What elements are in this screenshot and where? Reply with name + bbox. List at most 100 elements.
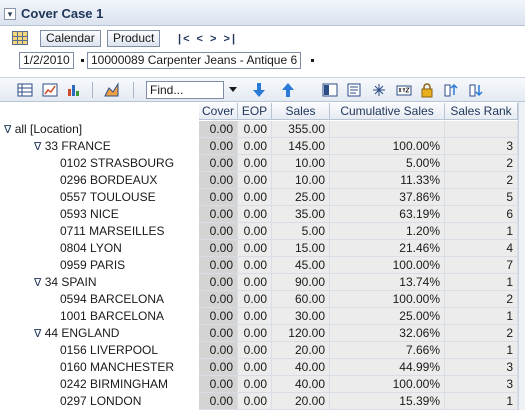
cover-cell[interactable]: 0.00	[199, 206, 238, 223]
cumulative-sales-cell[interactable]: 5.00%	[330, 155, 445, 172]
find-previous-icon[interactable]	[280, 82, 296, 98]
sales-cell[interactable]: 20.00	[272, 342, 330, 359]
cumulative-sales-cell[interactable]	[330, 121, 445, 138]
table-row[interactable]: ∇ 33 FRANCE 0.00 0.00 145.00 100.00% 3	[0, 138, 525, 155]
cumulative-sales-cell[interactable]: 7.66%	[330, 342, 445, 359]
expand-twisty-icon[interactable]: ∇	[34, 328, 41, 340]
sales-cell[interactable]: 145.00	[272, 138, 330, 155]
table-row[interactable]: ∇ 44 ENGLAND 0.00 0.00 120.00 32.06% 2	[0, 325, 525, 342]
xyz-icon[interactable]	[396, 82, 412, 98]
eop-cell[interactable]: 0.00	[238, 376, 272, 393]
eop-cell[interactable]: 0.00	[238, 308, 272, 325]
sales-rank-cell[interactable]: 7	[445, 257, 518, 274]
row-member-label[interactable]: 0594 BARCELONA	[0, 291, 199, 308]
cumulative-sales-cell[interactable]: 25.00%	[330, 308, 445, 325]
cover-cell[interactable]: 0.00	[199, 240, 238, 257]
product-dimension-button[interactable]: Product	[107, 30, 161, 47]
row-member-label[interactable]: 0959 PARIS	[0, 257, 199, 274]
calendar-dimension-button[interactable]: Calendar	[40, 30, 101, 47]
table-row[interactable]: 0804 LYON 0.00 0.00 15.00 21.46% 4	[0, 240, 525, 257]
cumulative-sales-cell[interactable]: 44.99%	[330, 359, 445, 376]
cumulative-sales-cell[interactable]: 13.74%	[330, 274, 445, 291]
sales-rank-cell[interactable]: 1	[445, 274, 518, 291]
cover-cell[interactable]: 0.00	[199, 274, 238, 291]
table-row[interactable]: 0156 LIVERPOOL 0.00 0.00 20.00 7.66% 1	[0, 342, 525, 359]
sales-cell[interactable]: 10.00	[272, 172, 330, 189]
row-member-label[interactable]: 0593 NICE	[0, 206, 199, 223]
row-member-label[interactable]: 0297 LONDON	[0, 393, 199, 410]
cover-cell[interactable]: 0.00	[199, 393, 238, 410]
column-header-cover[interactable]: Cover	[199, 103, 238, 120]
table-row[interactable]: 0102 STRASBOURG 0.00 0.00 10.00 5.00% 2	[0, 155, 525, 172]
row-member-label[interactable]: 0156 LIVERPOOL	[0, 342, 199, 359]
row-member-label[interactable]: ∇ 44 ENGLAND	[0, 325, 199, 342]
row-member-label[interactable]: 0804 LYON	[0, 240, 199, 257]
cumulative-sales-cell[interactable]: 100.00%	[330, 138, 445, 155]
chart-view-icon[interactable]	[42, 82, 58, 98]
cover-cell[interactable]: 0.00	[199, 257, 238, 274]
cover-cell[interactable]: 0.00	[199, 172, 238, 189]
sales-rank-cell[interactable]: 6	[445, 206, 518, 223]
table-row[interactable]: 1001 BARCELONA 0.00 0.00 30.00 25.00% 1	[0, 308, 525, 325]
table-row[interactable]: 0594 BARCELONA 0.00 0.00 60.00 100.00% 2	[0, 291, 525, 308]
expand-twisty-icon[interactable]: ∇	[34, 277, 41, 289]
sales-cell[interactable]: 40.00	[272, 359, 330, 376]
cover-cell[interactable]: 0.00	[199, 359, 238, 376]
sales-rank-cell[interactable]: 4	[445, 240, 518, 257]
cumulative-sales-cell[interactable]: 100.00%	[330, 376, 445, 393]
cover-cell[interactable]: 0.00	[199, 155, 238, 172]
cover-cell[interactable]: 0.00	[199, 138, 238, 155]
calendar-position-crumb[interactable]: 1/2/2010	[19, 52, 74, 69]
row-member-label[interactable]: 1001 BARCELONA	[0, 308, 199, 325]
table-row[interactable]: 0296 BORDEAUX 0.00 0.00 10.00 11.33% 2	[0, 172, 525, 189]
sales-cell[interactable]: 25.00	[272, 189, 330, 206]
table-row[interactable]: 0557 TOULOUSE 0.00 0.00 25.00 37.86% 5	[0, 189, 525, 206]
cover-cell[interactable]: 0.00	[199, 376, 238, 393]
table-row[interactable]: ∇ 34 SPAIN 0.00 0.00 90.00 13.74% 1	[0, 274, 525, 291]
sales-rank-cell[interactable]: 1	[445, 342, 518, 359]
cover-cell[interactable]: 0.00	[199, 342, 238, 359]
row-member-label[interactable]: 0160 MANCHESTER	[0, 359, 199, 376]
cover-cell[interactable]: 0.00	[199, 291, 238, 308]
sales-cell[interactable]: 35.00	[272, 206, 330, 223]
cumulative-sales-cell[interactable]: 100.00%	[330, 257, 445, 274]
sales-cell[interactable]: 355.00	[272, 121, 330, 138]
eop-cell[interactable]: 0.00	[238, 138, 272, 155]
sales-rank-cell[interactable]: 3	[445, 359, 518, 376]
eop-cell[interactable]: 0.00	[238, 325, 272, 342]
sales-cell[interactable]: 30.00	[272, 308, 330, 325]
sales-cell[interactable]: 40.00	[272, 376, 330, 393]
table-row[interactable]: 0297 LONDON 0.00 0.00 20.00 15.39% 1	[0, 393, 525, 410]
eop-cell[interactable]: 0.00	[238, 274, 272, 291]
sales-cell[interactable]: 10.00	[272, 155, 330, 172]
find-dropdown-icon[interactable]	[229, 87, 237, 92]
row-member-label[interactable]: ∇ 33 FRANCE	[0, 138, 199, 155]
filter-icon[interactable]	[346, 82, 362, 98]
cumulative-sales-cell[interactable]: 37.86%	[330, 189, 445, 206]
cover-cell[interactable]: 0.00	[199, 308, 238, 325]
eop-cell[interactable]: 0.00	[238, 155, 272, 172]
area-chart-icon[interactable]	[104, 82, 120, 98]
eop-cell[interactable]: 0.00	[238, 206, 272, 223]
cumulative-sales-cell[interactable]: 1.20%	[330, 223, 445, 240]
sales-cell[interactable]: 20.00	[272, 393, 330, 410]
sales-cell[interactable]: 15.00	[272, 240, 330, 257]
cover-cell[interactable]: 0.00	[199, 189, 238, 206]
split-cells-icon[interactable]	[371, 82, 387, 98]
table-row[interactable]: 0959 PARIS 0.00 0.00 45.00 100.00% 7	[0, 257, 525, 274]
eop-cell[interactable]: 0.00	[238, 342, 272, 359]
sort-up-icon[interactable]	[443, 82, 459, 98]
cumulative-sales-cell[interactable]: 11.33%	[330, 172, 445, 189]
row-member-label[interactable]: ∇ all [Location]	[0, 121, 199, 138]
lock-icon[interactable]	[419, 82, 435, 98]
vertical-scrollbar[interactable]	[518, 102, 525, 410]
expand-twisty-icon[interactable]: ∇	[4, 124, 11, 136]
table-row[interactable]: 0711 MARSEILLES 0.00 0.00 5.00 1.20% 1	[0, 223, 525, 240]
sales-rank-cell[interactable]: 2	[445, 291, 518, 308]
sales-rank-cell[interactable]: 1	[445, 223, 518, 240]
column-header-eop[interactable]: EOP	[238, 103, 272, 120]
eop-cell[interactable]: 0.00	[238, 189, 272, 206]
sales-cell[interactable]: 60.00	[272, 291, 330, 308]
eop-cell[interactable]: 0.00	[238, 240, 272, 257]
row-member-label[interactable]: 0711 MARSEILLES	[0, 223, 199, 240]
